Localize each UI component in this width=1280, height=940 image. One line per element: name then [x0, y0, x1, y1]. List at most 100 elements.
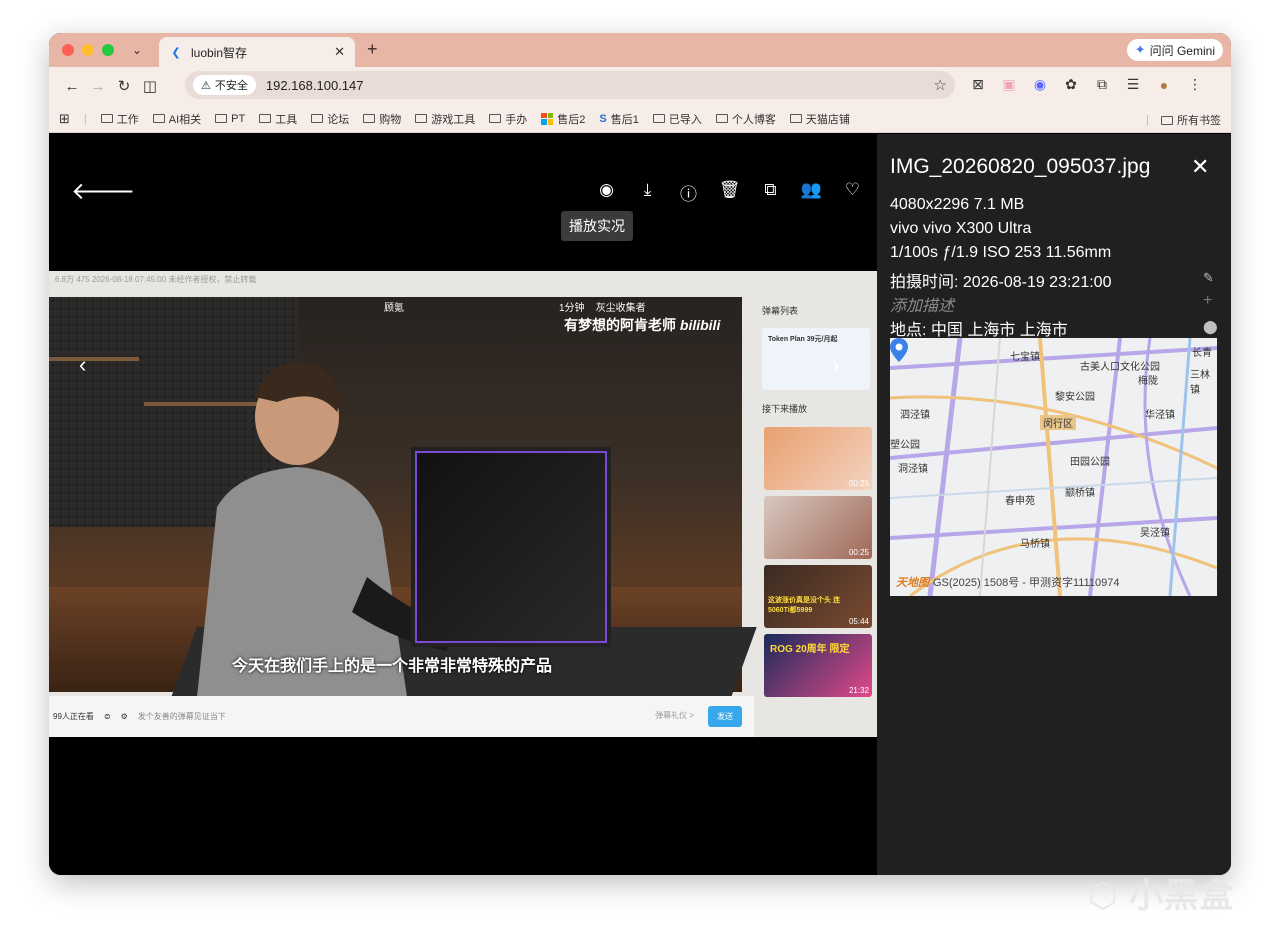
profile-avatar[interactable]: ●: [1155, 77, 1173, 93]
map-label: 七宝镇: [1010, 352, 1040, 363]
folder-icon: [715, 114, 728, 123]
edit-pencil-icon[interactable]: ✎: [1203, 270, 1214, 286]
bookmark-folder-tmall[interactable]: 天猫店铺: [789, 111, 850, 127]
kebab-menu-icon[interactable]: ⋮: [1186, 76, 1204, 93]
location: 地点: 中国 上海市 上海市: [890, 322, 1068, 339]
video-thumb: 00:25: [764, 427, 872, 490]
danmu-settings-icon: ⚙: [120, 712, 128, 721]
map-label: 塑公园: [890, 440, 920, 451]
ad-card: Token Plan 39元/月起: [762, 328, 870, 390]
map-label: 泗泾镇: [900, 410, 930, 421]
location-pin-icon[interactable]: ⬤: [1203, 319, 1218, 335]
minimize-window-button[interactable]: [82, 44, 94, 56]
apps-grid-icon[interactable]: ⊞: [59, 111, 70, 127]
map-label: 黎安公园: [1055, 392, 1095, 403]
app-content: 🡐 ◉ ⤓ ⓘ 🗑 ⧉ 👥 ♡ 播放实况 6.8万 475 2026-08-18…: [49, 134, 1231, 875]
extension-gamepad-icon[interactable]: ⊠: [969, 76, 987, 93]
extension-blue-icon[interactable]: ◉: [1031, 76, 1049, 93]
bookmark-folder-imported[interactable]: 已导入: [652, 111, 702, 127]
video-bottom-bar: 99人正在看 ⊜ ⚙ 发个友善的弹幕见证当下 弹幕礼仪 > 发送: [49, 696, 754, 737]
reload-icon[interactable]: ↻: [111, 77, 137, 95]
bookmark-folder-7[interactable]: 手办: [489, 111, 527, 127]
bookmark-label: 已导入: [668, 113, 702, 126]
bookmark-s-after-sales[interactable]: S 售后1: [599, 111, 638, 127]
ad-title: Token Plan 39元/月起: [768, 336, 838, 343]
up-next-label: 接下来播放: [762, 404, 808, 414]
delete-trash-icon[interactable]: 🗑: [709, 180, 750, 205]
map-label: 长青: [1192, 348, 1212, 359]
gemini-label: 问问 Gemini: [1149, 43, 1215, 58]
map-label: 田园公园: [1070, 457, 1110, 468]
map-license: GS(2025) 1508号 - 甲测资字11110974: [933, 577, 1120, 589]
album-stack-icon[interactable]: ⧉: [750, 180, 791, 205]
bookmark-folder-4[interactable]: 论坛: [311, 111, 349, 127]
taken-time: 拍摄时间: 2026-08-19 23:21:00: [890, 274, 1112, 291]
extensions-puzzle-icon[interactable]: ⧉: [1093, 76, 1111, 93]
download-icon[interactable]: ⤓: [627, 180, 668, 205]
next-photo-chevron-icon[interactable]: ›: [832, 352, 839, 378]
folder-icon: [100, 114, 113, 123]
map-roads: [890, 338, 1217, 596]
microsoft-logo-icon: [541, 112, 554, 125]
split-view-icon[interactable]: ◫: [137, 77, 163, 95]
location-map[interactable]: 七宝镇 古美人口文化公园 长青 三林镇 梅陇 黎安公园 华泾镇 泗泾镇 闵行区 …: [890, 338, 1217, 596]
bookmark-folder-5[interactable]: 购物: [363, 111, 401, 127]
tab-search-button[interactable]: ⌄: [132, 43, 142, 57]
reading-list-icon[interactable]: ☰: [1124, 76, 1142, 93]
tab-luobin[interactable]: ❮ luobin智存 ✕: [159, 37, 355, 67]
close-info-icon[interactable]: ✕: [1191, 154, 1209, 180]
tab-bar: ⌄ ❮ luobin智存 ✕ + ✦ 问问 Gemini: [49, 33, 1231, 67]
bookmark-folder-3[interactable]: 工具: [259, 111, 297, 127]
security-chip[interactable]: ⚠ 不安全: [193, 75, 256, 95]
photo-viewer: 🡐 ◉ ⤓ ⓘ 🗑 ⧉ 👥 ♡ 播放实况 6.8万 475 2026-08-18…: [49, 134, 877, 875]
maximize-window-button[interactable]: [102, 44, 114, 56]
bookmark-label: 手办: [505, 113, 528, 126]
extension-bilibili-icon[interactable]: ▣: [1000, 76, 1018, 93]
resolution-size: 4080x2296 7.1 MB: [890, 196, 1025, 213]
favorite-heart-icon[interactable]: ♡: [832, 180, 873, 205]
bookmark-folder-1[interactable]: AI相关: [152, 111, 202, 127]
extensions-area: ⊠ ▣ ◉ ✿ ⧉ ☰ ● ⋮: [969, 76, 1204, 93]
play-live-photo-icon[interactable]: ◉: [586, 180, 627, 205]
bookmark-ms-after-sales[interactable]: 售后2: [541, 111, 585, 127]
bookmark-folder-blog[interactable]: 个人博客: [715, 111, 776, 127]
video-text: 灰尘收集者: [595, 303, 646, 314]
bookmark-label: AI相关: [168, 113, 202, 126]
bookmark-label: 售后2: [557, 113, 586, 126]
info-icon[interactable]: ⓘ: [668, 180, 709, 205]
bookmark-label: PT: [231, 112, 246, 125]
add-plus-icon[interactable]: +: [1203, 292, 1212, 310]
tab-close-icon[interactable]: ✕: [334, 44, 345, 60]
map-label: 三林镇: [1190, 370, 1210, 396]
bilibili-logo: bilibili: [679, 317, 721, 333]
back-arrow-icon[interactable]: ←: [59, 78, 85, 95]
bookmark-folder-2[interactable]: PT: [215, 113, 245, 125]
description-input[interactable]: 添加描述: [890, 292, 954, 316]
map-attribution: 天地图 GS(2025) 1508号 - 甲测资字11110974: [896, 574, 1119, 590]
map-label: 华泾镇: [1145, 410, 1175, 421]
bookmark-folder-0[interactable]: 工作: [100, 111, 139, 127]
gemini-sparkle-icon: ✦: [1134, 42, 1146, 57]
window-controls: [62, 44, 114, 56]
browser-window: ⌄ ❮ luobin智存 ✕ + ✦ 问问 Gemini ← → ↻ ◫ ⚠ 不…: [49, 33, 1231, 875]
bookmarks-divider: |: [83, 112, 87, 125]
previous-photo-chevron-icon[interactable]: ‹: [79, 352, 86, 378]
video-thumb: 这波涨价真是没个头 连5060Ti都5999 05:44: [764, 565, 872, 628]
thumb-duration: 05:44: [848, 617, 869, 626]
people-icon[interactable]: 👥: [791, 180, 832, 205]
video-sidebar: 弹幕列表 Token Plan 39元/月起 接下来播放 00:25 00:25…: [754, 297, 877, 737]
gemini-button[interactable]: ✦ 问问 Gemini: [1126, 39, 1223, 61]
danmu-toggle-icon: ⊜: [103, 712, 111, 721]
bookmark-folder-6[interactable]: 游戏工具: [415, 111, 475, 127]
extension-openai-icon[interactable]: ✿: [1062, 76, 1080, 93]
close-window-button[interactable]: [62, 44, 74, 56]
all-bookmarks-button[interactable]: | 所有书签: [1146, 112, 1221, 128]
address-bar[interactable]: ⚠ 不安全 192.168.100.147 ☆: [185, 71, 955, 99]
folder-icon: [789, 114, 802, 123]
new-tab-button[interactable]: +: [367, 39, 378, 60]
bookmark-star-icon[interactable]: ☆: [934, 76, 947, 94]
back-arrow-icon[interactable]: 🡐: [71, 176, 135, 206]
bookmark-label: 售后1: [610, 113, 639, 126]
url-text[interactable]: 192.168.100.147: [266, 78, 934, 93]
forward-arrow-icon[interactable]: →: [85, 78, 111, 95]
